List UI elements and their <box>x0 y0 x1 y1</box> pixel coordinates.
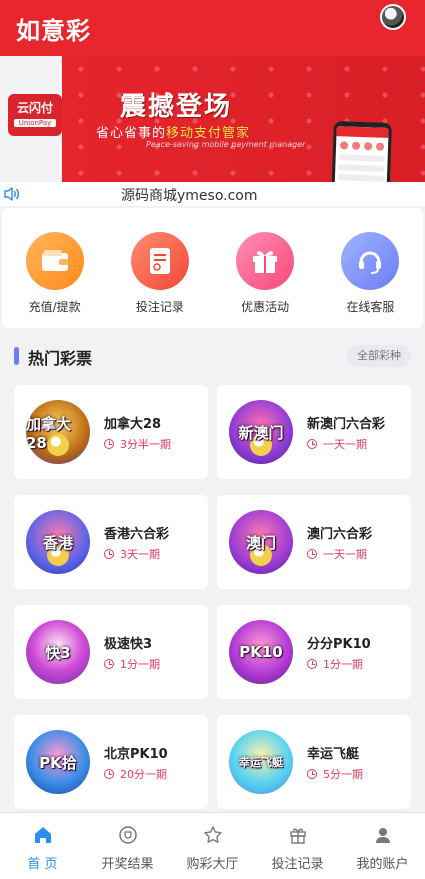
game-logo: 加拿大28 <box>26 400 90 464</box>
banner-headline: 震撼登场 <box>120 92 233 122</box>
clock-icon <box>307 659 317 669</box>
game-period: 3天一期 <box>104 546 160 562</box>
trophy-icon <box>118 826 137 844</box>
game-card[interactable]: 新澳门 新澳门六合彩 一天一期 <box>217 385 411 479</box>
game-card[interactable]: 加拿大28 加拿大28 3分半一期 <box>14 385 208 479</box>
banner-english: Peace-saving mobile payment manager <box>146 140 306 149</box>
game-name: 香港六合彩 <box>104 527 170 542</box>
game-period: 一天一期 <box>307 436 367 452</box>
game-logo: PK10 <box>229 620 293 684</box>
game-logo: 香港 <box>26 510 90 574</box>
game-card[interactable]: 幸运飞艇 幸运飞艇 5分一期 <box>217 715 411 809</box>
nav-bet-records[interactable]: 投注记录 <box>255 813 340 879</box>
game-card[interactable]: PK10 分分PK10 1分一期 <box>217 605 411 699</box>
game-period: 20分一期 <box>104 766 167 782</box>
clock-icon <box>104 439 114 449</box>
game-logo: PK拾 <box>26 730 90 794</box>
game-period: 一天一期 <box>307 546 367 562</box>
phone-illustration <box>330 121 392 182</box>
clock-icon <box>104 549 114 559</box>
document-icon <box>130 232 189 290</box>
promo-banner[interactable]: 云闪付 UnionPay 震撼登场 省心省事的移动支付管家 Peace-savi… <box>0 56 425 182</box>
quick-actions: 充值/提款 投注记录 优惠活动 在线客服 <box>2 208 423 328</box>
game-period: 3分半一期 <box>104 436 171 452</box>
avatar[interactable] <box>380 4 406 30</box>
home-icon <box>34 827 51 843</box>
hot-lottery-header: 热门彩票 全部彩种 <box>14 344 411 368</box>
speaker-icon <box>4 187 19 201</box>
game-name: 分分PK10 <box>307 637 371 652</box>
gift-box-icon <box>289 828 306 844</box>
game-name: 北京PK10 <box>104 747 168 762</box>
game-logo: 澳门 <box>229 510 293 574</box>
game-logo: 幸运飞艇 <box>229 730 293 794</box>
wallet-icon <box>25 232 84 290</box>
nav-account[interactable]: 我的账户 <box>340 813 425 879</box>
all-lotteries-button[interactable]: 全部彩种 <box>347 345 411 367</box>
clock-icon <box>307 549 317 559</box>
game-name: 澳门六合彩 <box>307 527 373 542</box>
game-card[interactable]: 快3 极速快3 1分一期 <box>14 605 208 699</box>
clock-icon <box>104 769 114 779</box>
promotions-button[interactable]: 优惠活动 <box>213 208 318 328</box>
game-name: 加拿大28 <box>104 417 162 432</box>
unionpay-logo: 云闪付 UnionPay <box>8 94 62 136</box>
game-period: 1分一期 <box>307 656 363 672</box>
nav-results[interactable]: 开奖结果 <box>85 813 170 879</box>
game-logo: 快3 <box>26 620 90 684</box>
section-accent-bar <box>14 347 19 365</box>
game-name: 新澳门六合彩 <box>307 417 386 432</box>
gift-icon <box>236 232 295 290</box>
star-icon <box>203 826 222 843</box>
headset-icon <box>341 232 400 290</box>
game-name: 幸运飞艇 <box>307 747 360 762</box>
game-card[interactable]: PK拾 北京PK10 20分一期 <box>14 715 208 809</box>
app-title: 如意彩 <box>16 16 91 45</box>
clock-icon <box>307 769 317 779</box>
recharge-withdraw-button[interactable]: 充值/提款 <box>2 208 107 328</box>
nav-home[interactable]: 首 页 <box>0 813 85 879</box>
app-header: 如意彩 <box>0 0 425 56</box>
banner-subtitle: 省心省事的移动支付管家 <box>96 126 251 141</box>
bet-records-button[interactable]: 投注记录 <box>107 208 212 328</box>
clock-icon <box>104 659 114 669</box>
bottom-nav: 首 页 开奖结果 购彩大厅 投注记录 我的账户 <box>0 812 425 879</box>
section-title: 热门彩票 <box>28 349 93 368</box>
clock-icon <box>307 439 317 449</box>
customer-service-button[interactable]: 在线客服 <box>318 208 423 328</box>
notice-bar: 源码商城ymeso.com <box>0 182 425 206</box>
game-name: 极速快3 <box>104 637 153 652</box>
nav-lottery-hall[interactable]: 购彩大厅 <box>170 813 255 879</box>
game-period: 5分一期 <box>307 766 363 782</box>
game-logo: 新澳门 <box>229 400 293 464</box>
notice-text: 源码商城ymeso.com <box>121 188 258 204</box>
user-icon <box>375 828 390 843</box>
game-period: 1分一期 <box>104 656 160 672</box>
game-card[interactable]: 香港 香港六合彩 3天一期 <box>14 495 208 589</box>
game-card[interactable]: 澳门 澳门六合彩 一天一期 <box>217 495 411 589</box>
